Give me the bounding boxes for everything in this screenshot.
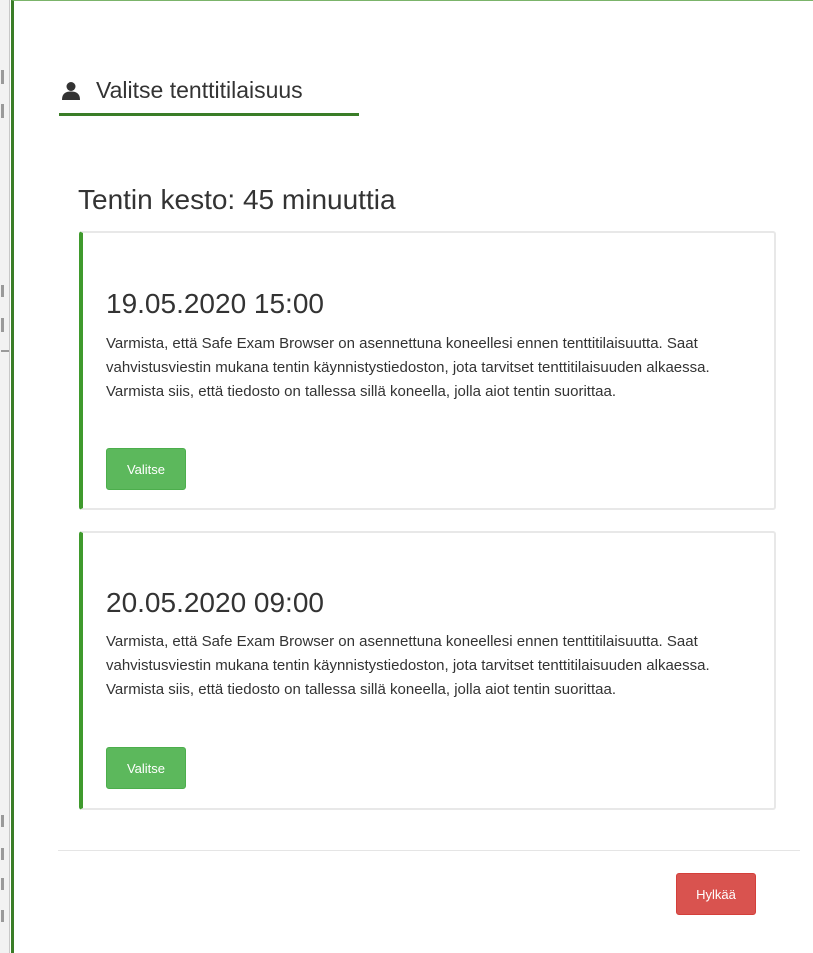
slot-description: Varmista, että Safe Exam Browser on asen… <box>106 633 710 698</box>
footer-divider <box>58 850 800 851</box>
background-text-fragment <box>1 104 4 118</box>
background-page-edge <box>0 0 10 953</box>
slot-description: Varmista, että Safe Exam Browser on asen… <box>106 335 710 400</box>
background-text-fragment <box>1 848 4 860</box>
background-text-fragment <box>1 285 4 297</box>
background-text-fragment <box>1 815 4 827</box>
slot-date: 20.05.2020 09:00 <box>106 587 324 618</box>
user-icon <box>62 81 80 100</box>
exam-duration: Tentin kesto: 45 minuuttia <box>78 184 396 215</box>
select-slot-button[interactable]: Valitse <box>106 747 186 789</box>
exam-slot-modal: Valitse tenttitilaisuus Tentin kesto: 45… <box>11 0 813 953</box>
modal-title: Valitse tenttitilaisuus <box>59 77 359 116</box>
background-text-fragment <box>1 910 4 922</box>
background-text-fragment <box>1 70 4 84</box>
cancel-button[interactable]: Hylkää <box>676 873 756 915</box>
background-text-fragment <box>1 318 4 332</box>
background-text-fragment <box>1 878 4 890</box>
modal-title-text: Valitse tenttitilaisuus <box>96 77 303 103</box>
slot-date: 19.05.2020 15:00 <box>106 288 324 319</box>
select-slot-button[interactable]: Valitse <box>106 448 186 490</box>
exam-slot-card: 19.05.2020 15:00 Varmista, että Safe Exa… <box>79 231 776 510</box>
exam-slot-card: 20.05.2020 09:00 Varmista, että Safe Exa… <box>79 531 776 810</box>
modal-header: Valitse tenttitilaisuus <box>59 77 359 116</box>
background-divider <box>1 350 9 352</box>
